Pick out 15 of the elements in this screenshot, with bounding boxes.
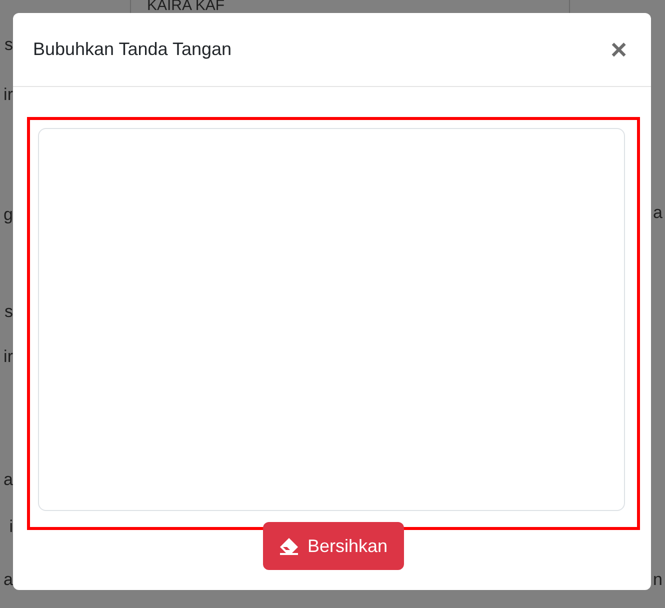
background-text: s xyxy=(4,302,13,322)
background-text: i xyxy=(9,517,13,537)
background-text: s xyxy=(4,35,13,55)
background-text: g xyxy=(4,205,13,225)
eraser-icon xyxy=(279,537,300,555)
background-text: n xyxy=(653,570,662,590)
close-button[interactable]: × xyxy=(606,36,631,64)
background-text: a xyxy=(4,470,13,490)
background-text: a xyxy=(4,570,13,590)
background-text: ir xyxy=(4,85,13,105)
clear-button[interactable]: Bersihkan xyxy=(263,522,404,570)
background-text: ir xyxy=(4,347,13,367)
cell-text: KAIRA KAF xyxy=(147,0,225,14)
background-text: a xyxy=(653,203,662,223)
dialog-title: Bubuhkan Tanda Tangan xyxy=(33,39,232,60)
